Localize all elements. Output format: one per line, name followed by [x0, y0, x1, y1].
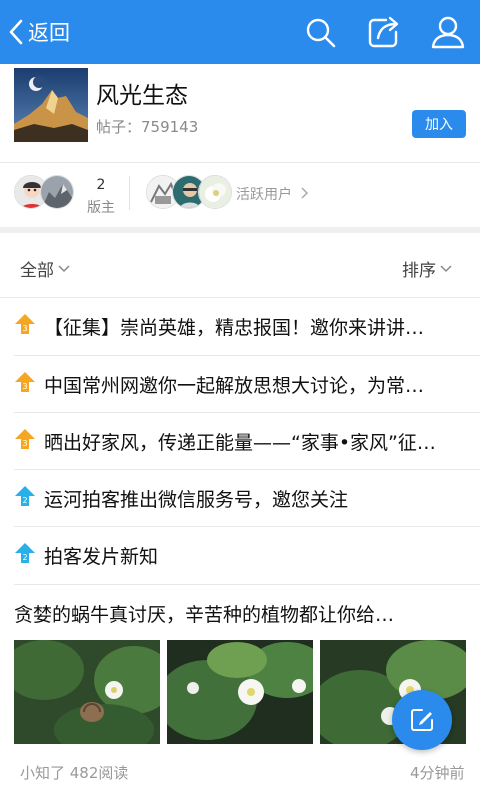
pinned-post-item[interactable]: 3 中国常州网邀你一起解放思想大讨论，为常…	[0, 356, 480, 413]
section-gap	[0, 227, 480, 233]
forum-cover-image	[14, 68, 88, 142]
pinned-post-item[interactable]: 3 晒出好家风，传递正能量——“家事•家风”征…	[0, 413, 480, 470]
chevron-right-icon	[301, 187, 309, 199]
moderator-avatar[interactable]	[40, 175, 74, 209]
compose-post-button[interactable]	[392, 690, 452, 750]
top-bar: 返回	[0, 0, 480, 64]
join-button[interactable]: 加入	[412, 110, 466, 138]
chevron-down-icon	[58, 264, 70, 272]
pin-level-3-icon: 3	[14, 313, 36, 335]
post-title: 中国常州网邀你一起解放思想大讨论，为常…	[44, 375, 425, 397]
pin-level-2-icon: 2	[14, 485, 36, 507]
pinned-post-item[interactable]: 3 【征集】崇尚英雄，精忠报国！邀你来讲讲…	[0, 298, 480, 355]
pinned-post-item[interactable]: 2 运河拍客推出微信服务号，邀您关注	[0, 470, 480, 527]
svg-text:2: 2	[22, 496, 27, 505]
moderator-count: 2	[96, 177, 106, 193]
feature-post-author-views: 小知了 482阅读	[20, 764, 129, 782]
filter-all-label: 全部	[20, 261, 54, 281]
back-label: 返回	[28, 21, 70, 45]
svg-text:3: 3	[22, 324, 27, 333]
svg-text:3: 3	[22, 439, 27, 448]
active-users-label[interactable]: 活跃用户	[236, 184, 292, 204]
pin-level-2-icon: 2	[14, 542, 36, 564]
forum-header: 风光生态 帖子：759143	[0, 64, 480, 162]
filter-all-dropdown[interactable]: 全部	[20, 256, 70, 281]
feature-post-time: 4分钟前	[410, 764, 465, 782]
pinned-post-item[interactable]: 2 拍客发片新知	[0, 527, 480, 584]
chevron-down-icon	[440, 264, 452, 272]
svg-text:2: 2	[22, 553, 27, 562]
post-photo[interactable]	[167, 640, 313, 744]
pin-level-3-icon: 3	[14, 428, 36, 450]
back-button[interactable]: 返回	[8, 14, 70, 50]
divider	[129, 176, 130, 210]
active-user-avatar[interactable]	[198, 175, 232, 209]
search-icon[interactable]	[302, 14, 338, 50]
edit-icon	[411, 709, 433, 731]
user-icon[interactable]	[430, 14, 466, 50]
post-title: 拍客发片新知	[44, 546, 159, 568]
feature-post-title[interactable]: 贪婪的蜗牛真讨厌，辛苦种的植物都让你给…	[14, 600, 434, 627]
pin-level-3-icon: 3	[14, 371, 36, 393]
sort-dropdown[interactable]: 排序	[402, 256, 452, 281]
svg-text:3: 3	[22, 382, 27, 391]
share-icon[interactable]	[366, 14, 402, 50]
post-title: 运河拍客推出微信服务号，邀您关注	[44, 489, 349, 511]
forum-post-count: 帖子：759143	[96, 118, 199, 136]
sort-label: 排序	[402, 261, 436, 281]
chevron-left-icon	[9, 19, 23, 45]
post-title: 晒出好家风，传递正能量——“家事•家风”征…	[44, 432, 436, 454]
post-title: 【征集】崇尚英雄，精忠报国！邀你来讲讲…	[44, 317, 425, 339]
moderator-label: 版主	[87, 200, 115, 216]
divider	[14, 584, 480, 585]
forum-name: 风光生态	[96, 83, 188, 109]
post-photo[interactable]	[14, 640, 160, 744]
